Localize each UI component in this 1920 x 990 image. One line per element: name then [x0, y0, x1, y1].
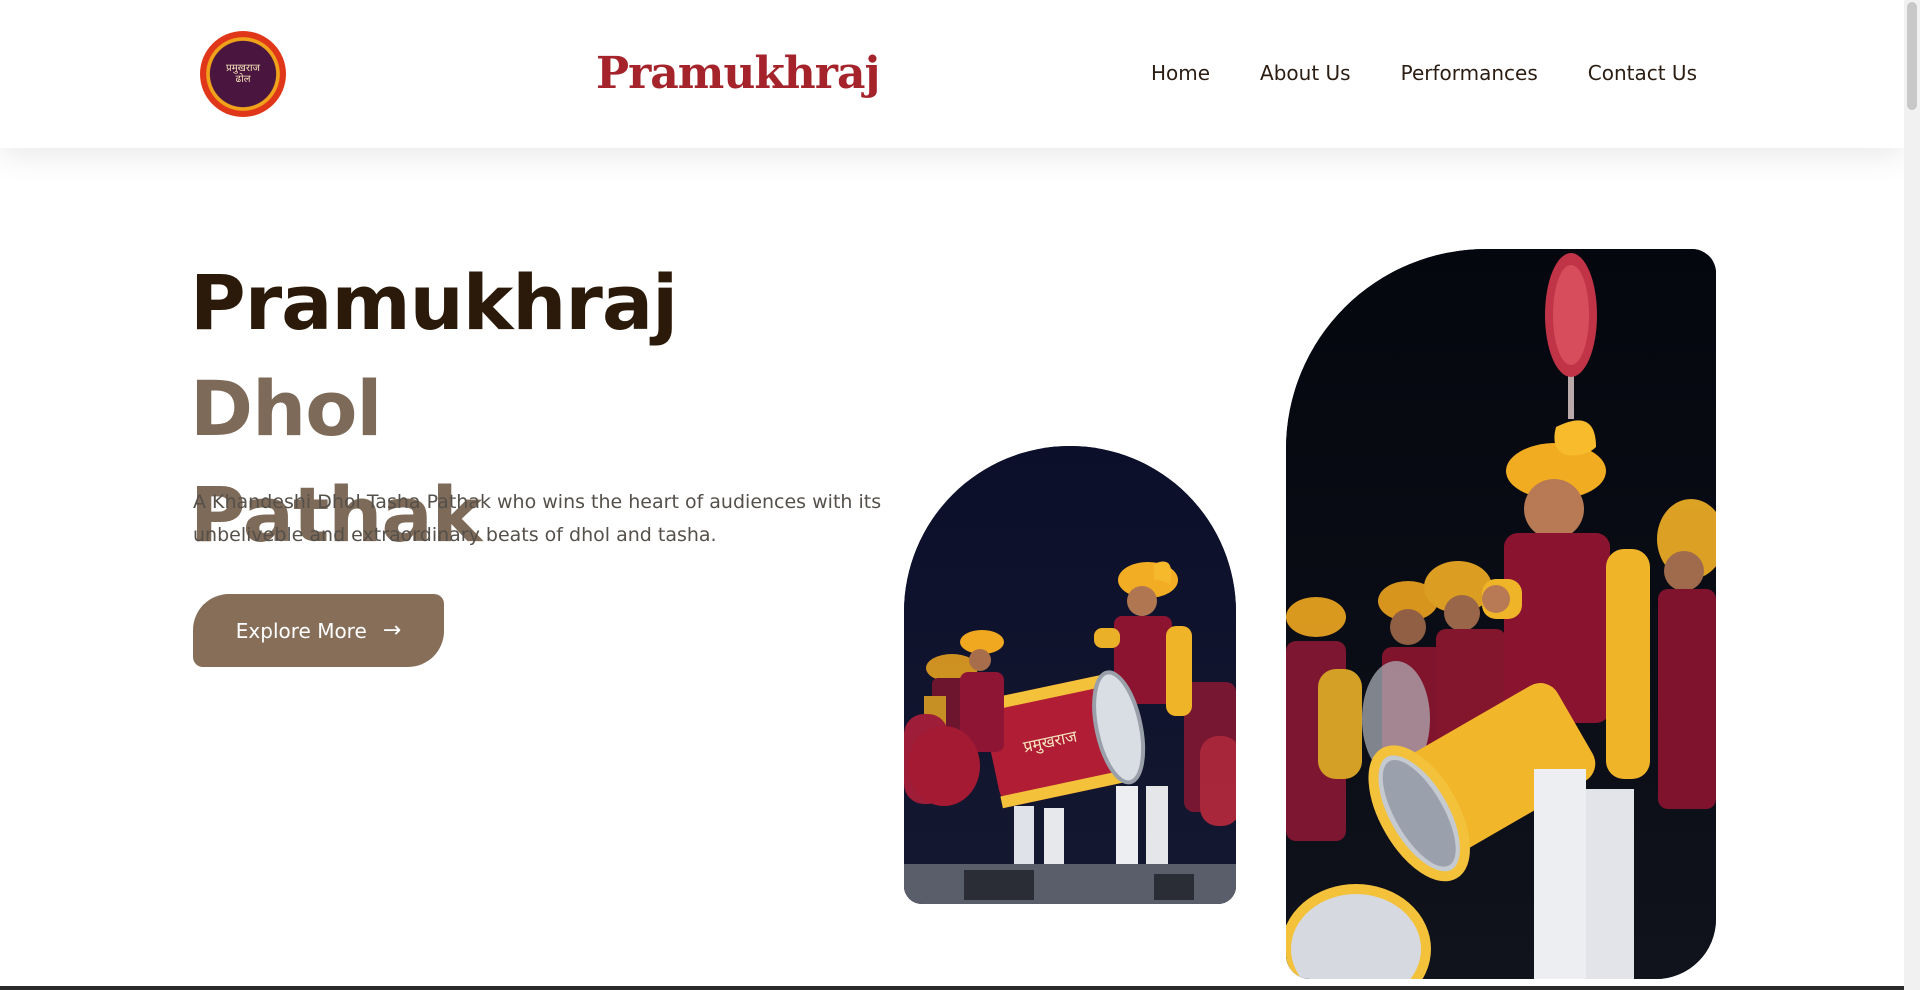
logo[interactable]: प्रमुखराज ढोल: [200, 31, 286, 117]
explore-more-label: Explore More: [235, 618, 367, 643]
explore-more-button[interactable]: Explore More →: [193, 594, 444, 667]
scrollbar-thumb[interactable]: [1907, 2, 1917, 110]
brand-name[interactable]: Pramukhraj: [596, 44, 880, 104]
site-header: प्रमुखराज ढोल Pramukhraj Home About Us P…: [0, 0, 1904, 148]
nav-about-us[interactable]: About Us: [1260, 58, 1351, 88]
performance-photo-small: प्रमुखराज: [904, 446, 1236, 904]
nav-home[interactable]: Home: [1151, 58, 1210, 88]
hero-description: A Khandeshi Dhol Tasha Pathak who wins t…: [193, 491, 882, 546]
main-nav: Home About Us Performances Contact Us: [1151, 58, 1697, 88]
hero-title-dhol: Dhol: [190, 364, 382, 453]
page-bottom-border: [0, 986, 1904, 990]
arrow-right-icon: →: [382, 617, 402, 643]
logo-text: प्रमुखराज ढोल: [226, 63, 260, 85]
drummers-illustration-large: [1286, 249, 1716, 979]
nav-contact-us[interactable]: Contact Us: [1588, 58, 1697, 88]
nav-performances[interactable]: Performances: [1401, 58, 1538, 88]
drummers-illustration-small: प्रमुखराज: [904, 446, 1236, 904]
scrollbar[interactable]: [1904, 0, 1920, 990]
hero-title-brand: Pramukhraj: [190, 258, 678, 347]
performance-photo-large: [1286, 249, 1716, 979]
